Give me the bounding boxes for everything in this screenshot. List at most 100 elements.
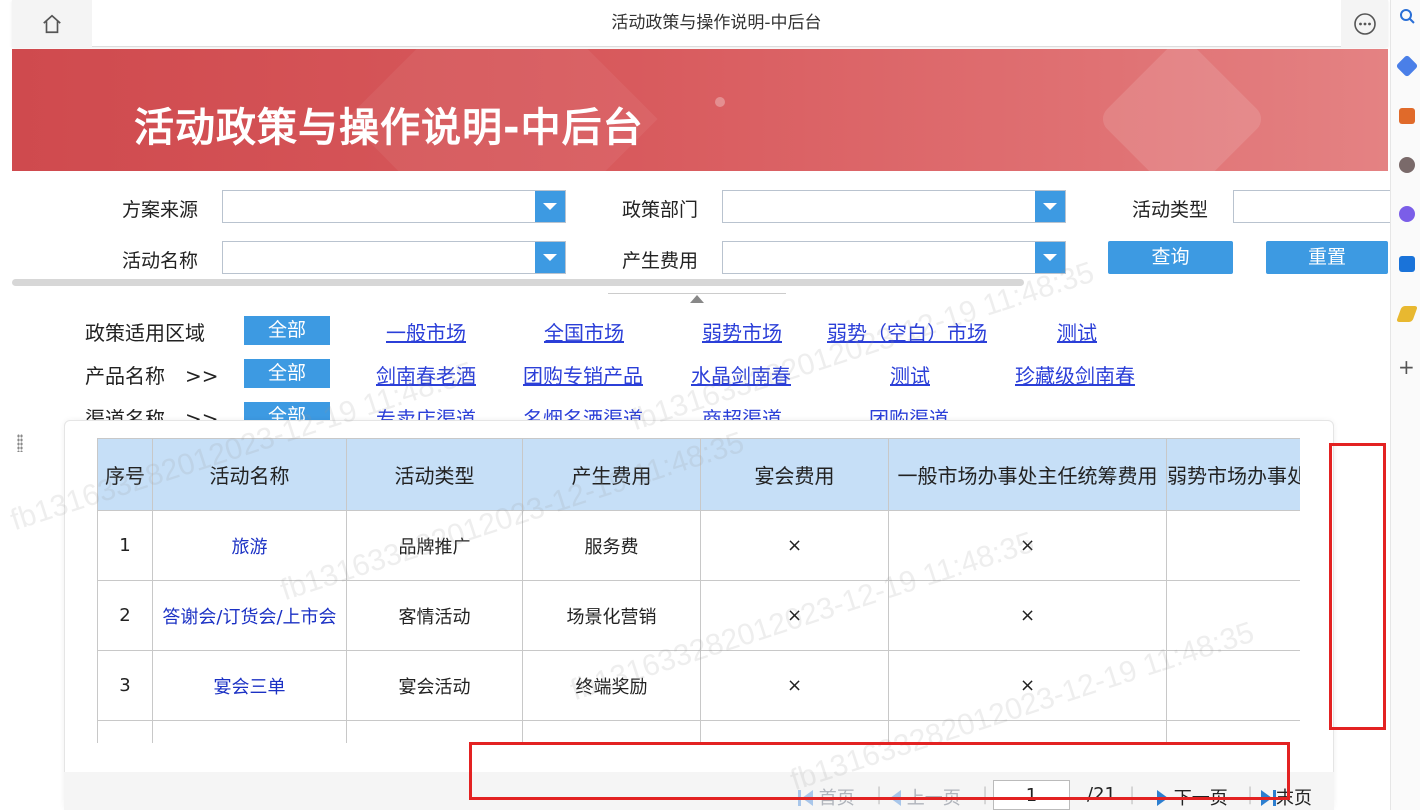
table-row: 1 旅游 品牌推广 服务费 × × — [97, 510, 1300, 581]
reset-button[interactable]: 重置 — [1266, 241, 1388, 274]
column-header[interactable]: 产生费用 — [522, 438, 701, 511]
cost-label: 产生费用 — [622, 250, 699, 272]
name-select[interactable] — [222, 241, 566, 274]
dept-select[interactable] — [722, 190, 1066, 223]
activity-type-cell: 品牌推广 — [346, 510, 523, 581]
horizontal-scrollbar[interactable] — [12, 279, 1024, 286]
general-market-cell — [888, 720, 1167, 743]
region-link[interactable]: 一般市场 — [386, 317, 466, 346]
page-title: 活动政策与操作说明-中后台 — [134, 105, 644, 151]
title-bar: 活动政策与操作说明-中后台 — [12, 0, 1388, 47]
product-label: 产品名称 >> — [85, 364, 219, 388]
channel-link[interactable]: 团购渠道 — [869, 403, 949, 420]
home-icon — [43, 14, 61, 33]
more-icon — [1353, 12, 1376, 35]
cost-cell: 服务费 — [522, 510, 701, 581]
table-row — [97, 720, 1300, 743]
column-header[interactable]: 活动名称 — [152, 438, 347, 511]
weak-market-cell — [1166, 580, 1300, 651]
home-button[interactable] — [12, 0, 92, 47]
person-icon[interactable] — [1399, 157, 1415, 173]
outlook-icon[interactable] — [1399, 256, 1415, 272]
drag-handle[interactable] — [17, 434, 23, 452]
banquet-cost-cell — [700, 720, 889, 743]
chevron-down-icon[interactable] — [1035, 242, 1065, 273]
chevron-down-icon[interactable] — [1035, 191, 1065, 222]
filter-row-channel: 渠道名称 >> 全部 专卖店渠道 名烟名酒渠道 商超渠道 团购渠道 — [0, 400, 1388, 420]
source-label: 方案来源 — [122, 199, 199, 221]
type-label: 活动类型 — [1132, 199, 1209, 221]
caret-up-icon — [690, 295, 704, 303]
window-title: 活动政策与操作说明-中后台 — [611, 13, 822, 33]
product-all-button[interactable]: 全部 — [244, 359, 330, 388]
channel-link[interactable]: 商超渠道 — [702, 403, 782, 420]
toolbox-icon[interactable] — [1399, 108, 1415, 124]
table-row: 3 宴会三单 宴会活动 终端奖励 × × — [97, 650, 1300, 721]
region-all-button[interactable]: 全部 — [244, 316, 330, 345]
dept-label: 政策部门 — [622, 199, 699, 221]
banner-decoration — [1097, 49, 1267, 171]
query-button[interactable]: 查询 — [1108, 241, 1233, 274]
region-link[interactable]: 测试 — [1057, 317, 1097, 346]
highlight-box — [1329, 443, 1386, 730]
add-icon[interactable]: + — [1398, 355, 1415, 379]
activity-type-cell: 宴会活动 — [346, 650, 523, 721]
collapse-toggle[interactable] — [608, 293, 786, 306]
source-select[interactable] — [222, 190, 566, 223]
more-button[interactable] — [1341, 0, 1388, 47]
weak-market-cell — [1166, 650, 1300, 721]
diamond-icon[interactable] — [1395, 54, 1419, 78]
policy-table: 序号 活动名称 活动类型 产生费用 宴会费用 一般市场办事处主任统筹费用 弱势市… — [97, 438, 1300, 743]
filter-row-product: 产品名称 >> 全部 剑南春老酒 团购专销产品 水晶剑南春 测试 珍藏级剑南春 — [0, 357, 1388, 391]
banner: 活动政策与操作说明-中后台 — [12, 49, 1388, 171]
activity-name-link[interactable]: 旅游 — [152, 510, 347, 581]
browser-sidebar: + — [1390, 0, 1420, 810]
row-index: 3 — [97, 650, 153, 721]
weak-market-cell — [1166, 720, 1300, 743]
table-header-row: 序号 活动名称 活动类型 产生费用 宴会费用 一般市场办事处主任统筹费用 弱势市… — [97, 438, 1300, 511]
name-label: 活动名称 — [122, 250, 199, 272]
row-index — [97, 720, 153, 743]
search-icon[interactable] — [1399, 8, 1415, 24]
activity-name-link[interactable]: 宴会三单 — [152, 650, 347, 721]
banquet-cost-cell: × — [700, 580, 889, 651]
channel-link[interactable]: 专卖店渠道 — [376, 403, 476, 420]
column-header[interactable]: 宴会费用 — [700, 438, 889, 511]
column-header[interactable]: 活动类型 — [346, 438, 523, 511]
row-index: 2 — [97, 580, 153, 651]
region-link[interactable]: 弱势（空白）市场 — [827, 317, 987, 346]
product-link[interactable]: 剑南春老酒 — [376, 360, 476, 389]
product-link[interactable]: 珍藏级剑南春 — [1015, 360, 1135, 389]
product-link[interactable]: 水晶剑南春 — [691, 360, 791, 389]
product-link[interactable]: 团购专销产品 — [523, 360, 643, 389]
copilot-icon[interactable] — [1399, 206, 1415, 222]
cost-cell — [522, 720, 701, 743]
chevron-down-icon[interactable] — [535, 242, 565, 273]
weak-market-cell — [1166, 510, 1300, 581]
column-header[interactable]: 弱势市场办事处主任统筹费用 — [1166, 438, 1300, 511]
column-header[interactable]: 序号 — [97, 438, 153, 511]
send-icon[interactable] — [1396, 306, 1418, 322]
channel-link[interactable]: 名烟名酒渠道 — [523, 403, 643, 420]
column-header[interactable]: 一般市场办事处主任统筹费用 — [888, 438, 1167, 511]
banquet-cost-cell: × — [700, 510, 889, 581]
general-market-cell: × — [888, 510, 1167, 581]
chevron-down-icon[interactable] — [535, 191, 565, 222]
activity-type-cell: 客情活动 — [346, 580, 523, 651]
banquet-cost-cell: × — [700, 650, 889, 721]
general-market-cell: × — [888, 580, 1167, 651]
filter-row-region: 政策适用区域 全部 一般市场 全国市场 弱势市场 弱势（空白）市场 测试 — [0, 314, 1388, 348]
activity-name-link[interactable]: 答谢会/订货会/上市会 — [152, 580, 347, 651]
region-link[interactable]: 弱势市场 — [702, 317, 782, 346]
row-index: 1 — [97, 510, 153, 581]
product-link[interactable]: 测试 — [890, 360, 930, 389]
channel-label: 渠道名称 >> — [85, 407, 219, 420]
channel-all-button[interactable]: 全部 — [244, 402, 330, 420]
general-market-cell: × — [888, 650, 1167, 721]
activity-type-cell — [346, 720, 523, 743]
data-table-viewport[interactable]: 序号 活动名称 活动类型 产生费用 宴会费用 一般市场办事处主任统筹费用 弱势市… — [97, 438, 1300, 743]
cost-select[interactable] — [722, 241, 1066, 274]
type-select[interactable] — [1233, 190, 1390, 223]
region-label: 政策适用区域 — [85, 321, 205, 345]
region-link[interactable]: 全国市场 — [544, 317, 624, 346]
